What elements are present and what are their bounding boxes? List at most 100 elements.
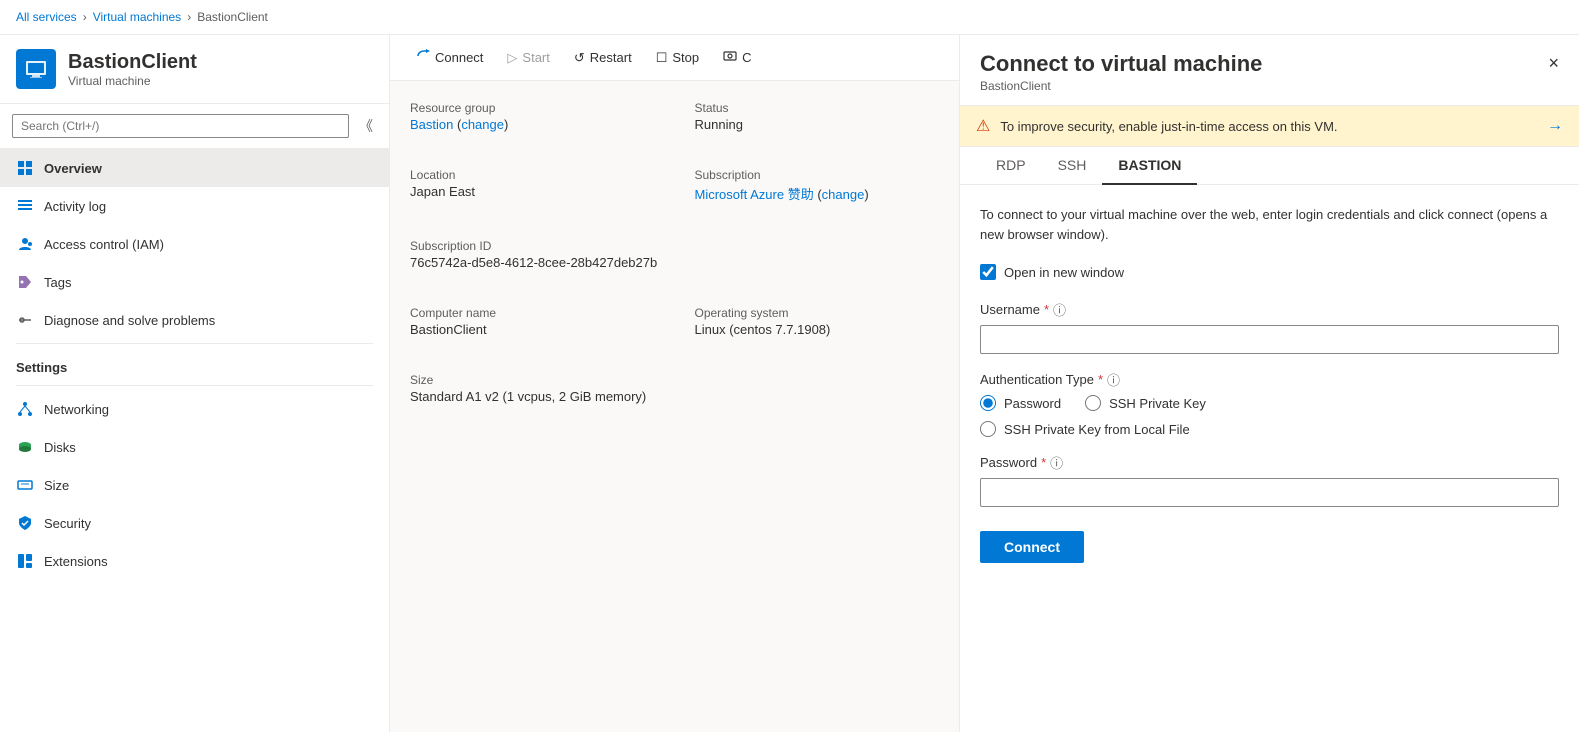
sidebar-item-networking[interactable]: Networking	[0, 390, 389, 428]
extensions-icon	[16, 552, 34, 570]
sidebar-item-activity-log[interactable]: Activity log	[0, 187, 389, 225]
sidebar-item-iam[interactable]: Access control (IAM)	[0, 225, 389, 263]
vm-header: BastionClient Virtual machine	[0, 35, 389, 104]
disks-icon	[16, 438, 34, 456]
password-radio-label: Password	[1004, 396, 1061, 411]
ssh-private-key-radio[interactable]	[1085, 395, 1101, 411]
ssh-local-file-radio-row: SSH Private Key from Local File	[980, 421, 1559, 437]
iam-icon	[16, 235, 34, 253]
connect-submit-button[interactable]: Connect	[980, 531, 1084, 563]
ssh-local-file-radio[interactable]	[980, 421, 996, 437]
capture-label: C	[742, 50, 751, 65]
security-icon	[16, 514, 34, 532]
connect-icon	[416, 49, 430, 66]
sidebar-item-overview[interactable]: Overview	[0, 149, 389, 187]
connect-button[interactable]: Connect	[406, 43, 493, 72]
detail-location-label: Location	[410, 168, 655, 182]
tab-ssh[interactable]: SSH	[1042, 147, 1103, 185]
restart-label: Restart	[590, 50, 632, 65]
detail-os-label: Operating system	[695, 306, 940, 320]
sidebar-item-tags[interactable]: Tags	[0, 263, 389, 301]
detail-subscription-value: Microsoft Azure 赞助 (change)	[695, 184, 940, 203]
nav-divider	[16, 343, 373, 344]
detail-os: Operating system Linux (centos 7.7.1908)	[695, 306, 940, 337]
sidebar-item-security[interactable]: Security	[0, 504, 389, 542]
ssh-private-key-radio-row: SSH Private Key	[1085, 395, 1206, 411]
username-input[interactable]	[980, 325, 1559, 354]
stop-label: Stop	[672, 50, 699, 65]
detail-computer-name: Computer name BastionClient	[410, 306, 655, 337]
subscription-change[interactable]: change	[822, 187, 865, 202]
auth-radio-group: Password SSH Private Key SSH Private Key…	[980, 395, 1559, 437]
detail-subscription-id: Subscription ID 76c5742a-d5e8-4612-8cee-…	[410, 239, 939, 270]
ssh-private-key-radio-label: SSH Private Key	[1109, 396, 1206, 411]
stop-icon: ☐	[656, 50, 668, 66]
nav-list: Overview Activity log Access control (IA…	[0, 149, 389, 732]
capture-button[interactable]: C	[713, 43, 761, 72]
vm-details: Resource group Bastion (change) Status R…	[390, 81, 959, 732]
sidebar-item-extensions[interactable]: Extensions	[0, 542, 389, 580]
search-container: 《	[0, 104, 389, 149]
detail-subscription: Subscription Microsoft Azure 赞助 (change)	[695, 168, 940, 203]
stop-button[interactable]: ☐ Stop	[646, 44, 709, 72]
search-input[interactable]	[12, 114, 349, 138]
tags-icon	[16, 273, 34, 291]
detail-subscription-id-label: Subscription ID	[410, 239, 939, 253]
size-icon	[16, 476, 34, 494]
auth-info-icon[interactable]: ⓘ	[1107, 370, 1120, 389]
detail-status-label: Status	[695, 101, 940, 115]
sidebar-item-disks[interactable]: Disks	[0, 428, 389, 466]
username-required: *	[1044, 302, 1049, 317]
sidebar-item-size-label: Size	[44, 478, 69, 493]
panel-subtitle: BastionClient	[980, 79, 1559, 93]
username-info-icon[interactable]: ⓘ	[1053, 300, 1066, 319]
vm-title-group: BastionClient Virtual machine	[68, 51, 197, 88]
open-new-window-row: Open in new window	[980, 264, 1559, 280]
open-new-window-checkbox[interactable]	[980, 264, 996, 280]
detail-subscription-label: Subscription	[695, 168, 940, 182]
password-required: *	[1041, 455, 1046, 470]
resource-group-change[interactable]: change	[461, 117, 504, 132]
collapse-button[interactable]: 《	[355, 112, 377, 140]
resource-group-link[interactable]: Bastion	[410, 117, 453, 132]
start-button[interactable]: ▷ Start	[497, 44, 559, 72]
tab-rdp[interactable]: RDP	[980, 147, 1042, 185]
restart-button[interactable]: ↺ Restart	[564, 44, 642, 72]
breadcrumb-virtual-machines[interactable]: Virtual machines	[93, 10, 182, 24]
networking-icon	[16, 400, 34, 418]
details-grid: Resource group Bastion (change) Status R…	[410, 101, 939, 420]
tab-bar: RDP SSH BASTION	[960, 147, 1579, 185]
detail-location: Location Japan East	[410, 168, 655, 203]
breadcrumb-sep-1: ›	[83, 10, 87, 24]
sidebar-item-activity-log-label: Activity log	[44, 199, 106, 214]
capture-icon	[723, 49, 737, 66]
password-info-icon[interactable]: ⓘ	[1050, 453, 1063, 472]
breadcrumb-all-services[interactable]: All services	[16, 10, 77, 24]
vm-icon-svg	[24, 57, 48, 81]
sidebar-item-size[interactable]: Size	[0, 466, 389, 504]
main-content: Connect ▷ Start ↺ Restart ☐ Stop C	[390, 35, 959, 732]
sidebar-item-tags-label: Tags	[44, 275, 71, 290]
breadcrumb-sep-2: ›	[187, 10, 191, 24]
breadcrumb: All services › Virtual machines › Bastio…	[0, 0, 1579, 35]
password-input[interactable]	[980, 478, 1559, 507]
sidebar-item-diagnose[interactable]: Diagnose and solve problems	[0, 301, 389, 339]
subscription-link[interactable]: Microsoft Azure 赞助	[695, 187, 814, 202]
sidebar: BastionClient Virtual machine 《 Overview…	[0, 35, 390, 732]
restart-icon: ↺	[574, 50, 585, 66]
sidebar-item-iam-label: Access control (IAM)	[44, 237, 164, 252]
password-radio[interactable]	[980, 395, 996, 411]
detail-computer-name-value: BastionClient	[410, 322, 655, 337]
warning-banner: ⚠ To improve security, enable just-in-ti…	[960, 106, 1579, 147]
close-panel-button[interactable]: ×	[1544, 49, 1563, 78]
nav-divider-2	[16, 385, 373, 386]
tab-bastion[interactable]: BASTION	[1102, 147, 1197, 185]
sidebar-item-networking-label: Networking	[44, 402, 109, 417]
toolbar: Connect ▷ Start ↺ Restart ☐ Stop C	[390, 35, 959, 81]
detail-subscription-id-value: 76c5742a-d5e8-4612-8cee-28b427deb27b	[410, 255, 939, 270]
password-label: Password * ⓘ	[980, 453, 1559, 472]
sidebar-item-extensions-label: Extensions	[44, 554, 108, 569]
warning-arrow[interactable]: →	[1547, 117, 1563, 135]
detail-resource-group: Resource group Bastion (change)	[410, 101, 655, 132]
connect-label: Connect	[435, 50, 483, 65]
